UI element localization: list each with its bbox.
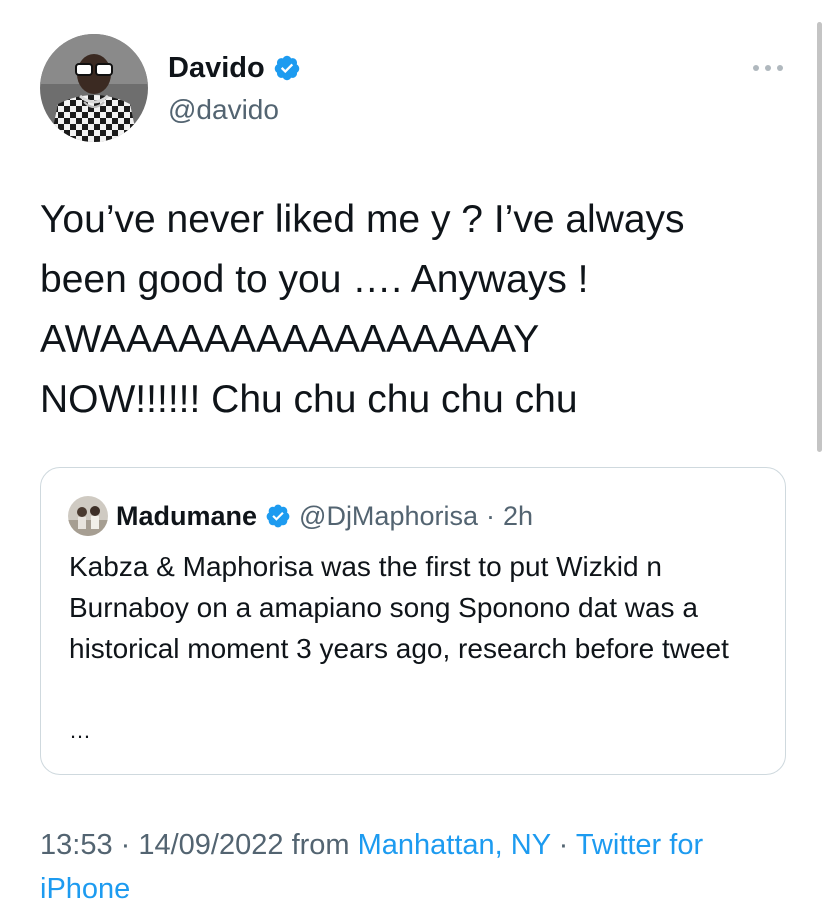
quoted-timestamp: 2h — [503, 500, 534, 531]
avatar-image — [40, 34, 148, 142]
author-handle[interactable]: @davido — [168, 92, 279, 128]
tweet-time: 13:53 — [40, 829, 113, 861]
quoted-author-avatar — [68, 496, 108, 536]
quoted-separator: · — [486, 500, 495, 531]
author-name-row: Davido — [168, 50, 301, 86]
quoted-author-handle: @DjMaphorisa — [299, 500, 478, 531]
location-link[interactable]: Manhattan, NY — [358, 829, 551, 861]
quoted-author-name: Madumane — [116, 500, 258, 531]
tweet-date: 14/09/2022 — [138, 829, 284, 861]
quoted-tweet[interactable]: Madumane @DjMaphorisa · 2h Kabza & Mapho… — [40, 467, 786, 775]
tweet-text: You’ve never liked me y ? I’ve always be… — [40, 198, 685, 421]
quoted-tweet-text: Kabza & Maphorisa was the first to put W… — [69, 551, 729, 664]
tweet-metadata: 13:53 · 14/09/2022 from Manhattan, NY · … — [40, 823, 780, 911]
meta-from: from — [283, 829, 358, 861]
author-name[interactable]: Davido — [168, 50, 265, 86]
scrollbar[interactable] — [817, 22, 822, 452]
quoted-tweet-header: Madumane @DjMaphorisa · 2h — [68, 496, 533, 536]
meta-separator: · — [112, 829, 139, 861]
verified-badge-icon — [266, 504, 290, 528]
tweet: Davido @davido You’ve never liked me y ?… — [0, 0, 826, 924]
verified-badge-icon — [274, 55, 299, 81]
more-options-icon — [753, 65, 783, 71]
meta-separator: · — [550, 829, 576, 861]
quoted-avatar-image — [68, 496, 108, 536]
author-avatar[interactable] — [40, 34, 148, 142]
more-options-button[interactable] — [750, 58, 786, 78]
quoted-truncation-ellipsis: … — [69, 718, 91, 743]
